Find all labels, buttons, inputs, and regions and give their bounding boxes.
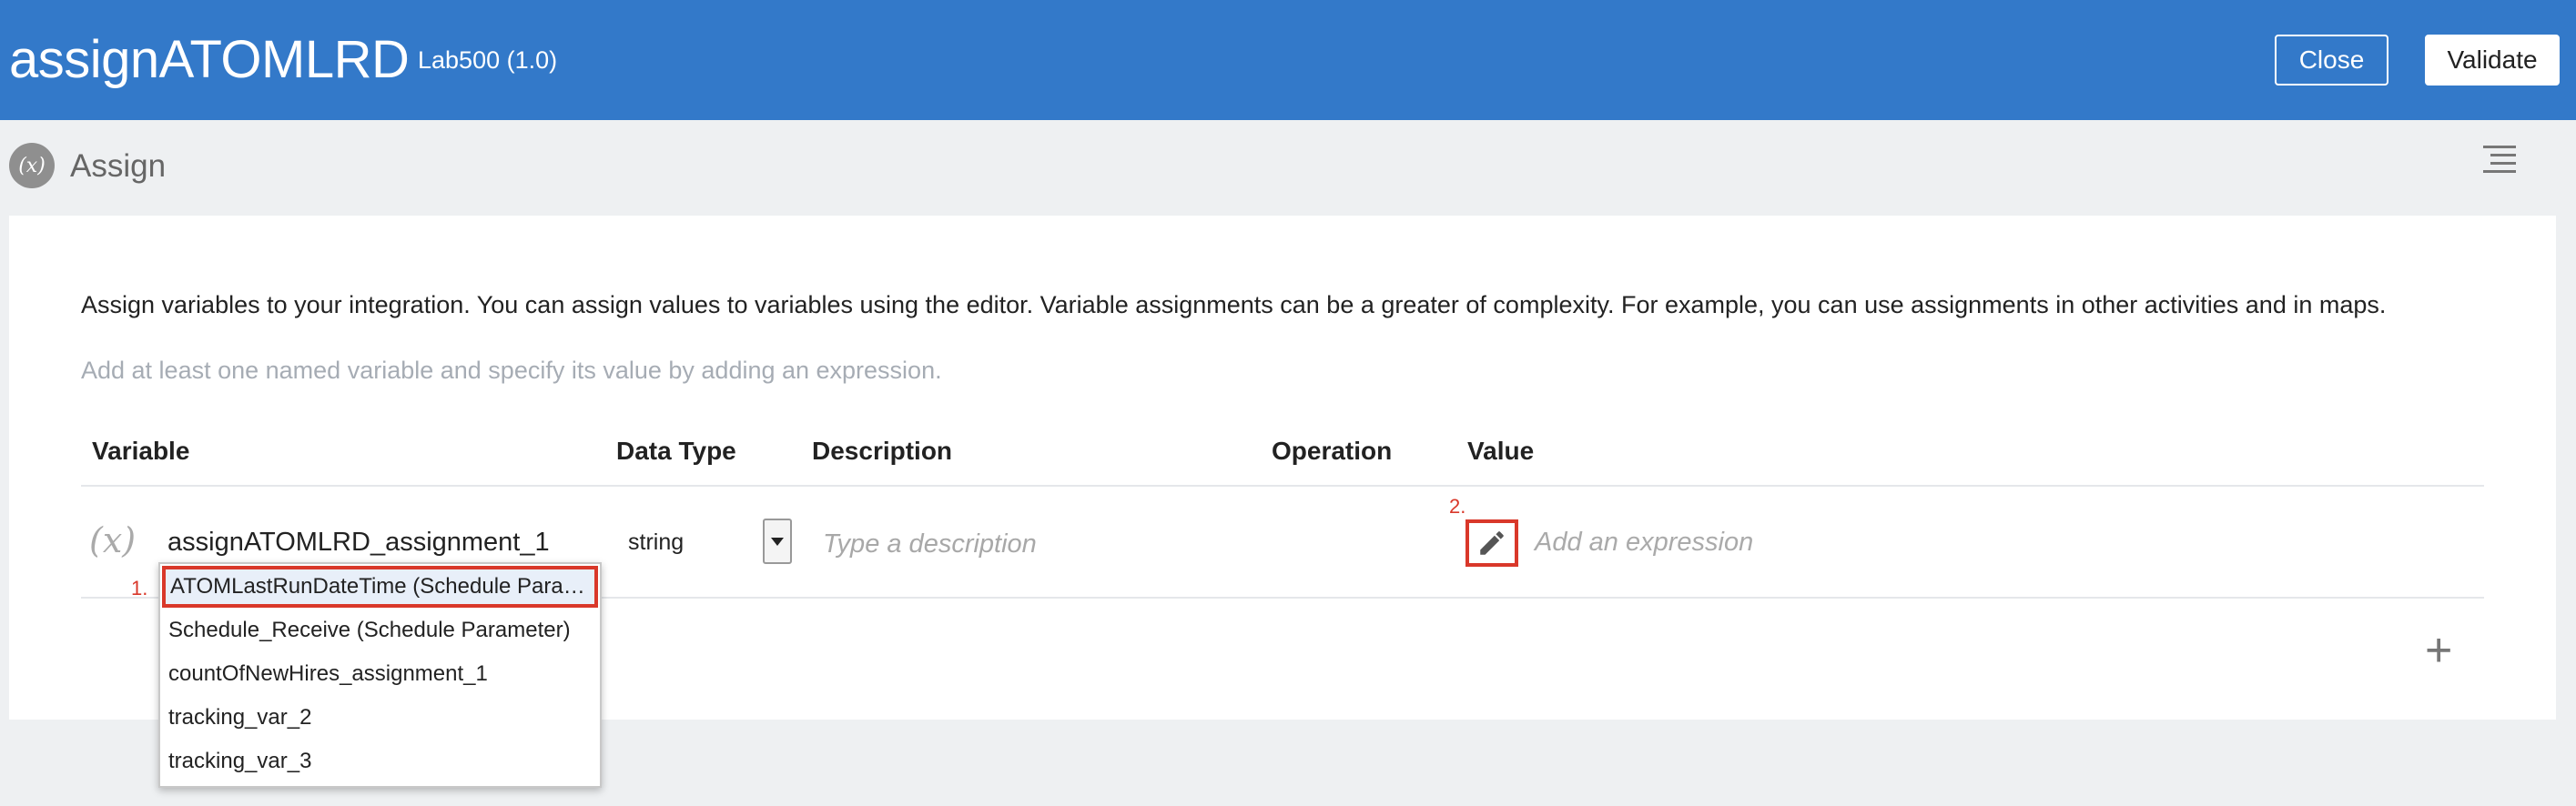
variable-name-field[interactable]: assignATOMLRD_assignment_1: [167, 528, 550, 558]
column-header-data-type: Data Type: [616, 437, 736, 465]
suggestion-item[interactable]: ATOMLastRunDateTime (Schedule Parameter): [162, 566, 598, 608]
suggestion-item[interactable]: countOfNewHires_assignment_1: [160, 653, 600, 695]
close-button[interactable]: Close: [2275, 35, 2388, 86]
suggestion-label: tracking_var_2: [168, 705, 312, 730]
column-header-value: Value: [1467, 437, 1535, 465]
table-header-divider: [81, 485, 2484, 487]
column-header-variable: Variable: [92, 437, 190, 465]
plus-icon[interactable]: +: [2425, 627, 2452, 674]
suggestion-label: ATOMLastRunDateTime (Schedule Parameter): [170, 574, 594, 599]
edit-expression-button[interactable]: [1465, 519, 1518, 567]
step-marker-1: 1.: [131, 577, 148, 599]
add-expression-placeholder[interactable]: Add an expression: [1535, 528, 1753, 558]
intro-description: Assign variables to your integration. Yo…: [81, 291, 2387, 318]
variable-suggestion-list: ATOMLastRunDateTime (Schedule Parameter)…: [158, 562, 602, 788]
step-marker-2: 2.: [1449, 495, 1466, 518]
suggestion-label: countOfNewHires_assignment_1: [168, 661, 488, 686]
data-type-dropdown-toggle[interactable]: [763, 519, 792, 564]
column-header-description: Description: [812, 437, 953, 465]
suggestion-item[interactable]: tracking_var_3: [160, 741, 600, 782]
data-type-value: string: [628, 529, 685, 555]
suggestion-label: Schedule_Receive (Schedule Parameter): [168, 618, 571, 642]
activity-title: Assign: [70, 148, 167, 184]
suggestion-item[interactable]: Schedule_Receive (Schedule Parameter): [160, 610, 600, 651]
description-input[interactable]: [823, 526, 1214, 562]
intro-hint: Add at least one named variable and spec…: [81, 357, 942, 384]
row-variable-icon: (x): [89, 520, 137, 560]
validate-button[interactable]: Validate: [2425, 35, 2560, 86]
suggestion-item[interactable]: tracking_var_2: [160, 697, 600, 739]
integration-version: Lab500 (1.0): [418, 46, 558, 74]
hamburger-menu-icon[interactable]: [2483, 146, 2516, 175]
pencil-icon: [1480, 531, 1504, 555]
column-header-operation: Operation: [1272, 437, 1393, 465]
suggestion-label: tracking_var_3: [168, 749, 312, 773]
integration-title: assignATOMLRD: [9, 30, 410, 89]
variable-icon: (x): [9, 143, 55, 188]
top-header-bar: assignATOMLRD Lab500 (1.0) Close Validat…: [0, 0, 2576, 120]
